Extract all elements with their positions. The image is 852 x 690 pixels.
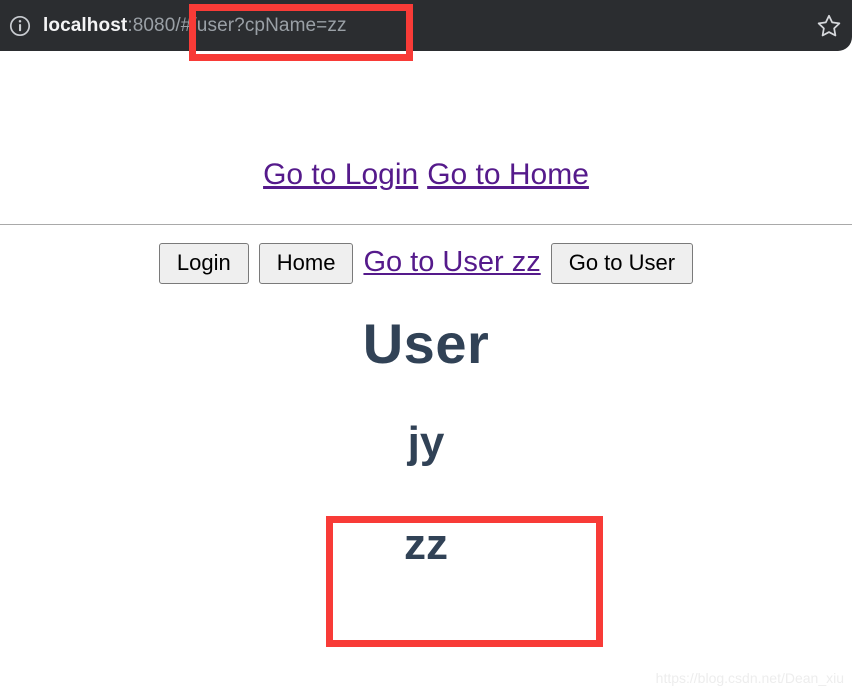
section-divider	[0, 224, 852, 225]
bookmark-star-icon[interactable]	[816, 13, 842, 39]
action-button-row: Login Home Go to User zz Go to User	[0, 243, 852, 284]
value-primary: jy	[407, 418, 445, 467]
url-hash-query: #/user?cpName=zz	[180, 15, 347, 36]
login-button[interactable]: Login	[158, 243, 249, 284]
browser-address-bar[interactable]: localhost:8080/#/user?cpName=zz	[0, 0, 852, 51]
value-secondary: zz	[404, 520, 448, 569]
page-body: Go to Login Go to Home Login Home Go to …	[0, 51, 852, 690]
page-title: User	[362, 312, 490, 375]
url-port-path: :8080/	[127, 15, 181, 36]
go-to-user-button[interactable]: Go to User	[550, 243, 694, 284]
watermark: https://blog.csdn.net/Dean_xiu	[655, 670, 844, 686]
nav-link-home[interactable]: Go to Home	[427, 158, 589, 191]
info-circle-icon[interactable]	[9, 15, 31, 37]
url-host: localhost	[43, 15, 128, 36]
top-nav: Go to Login Go to Home	[0, 51, 852, 190]
url-text[interactable]: localhost:8080/#/user?cpName=zz	[43, 0, 806, 51]
bookmark-button[interactable]	[806, 0, 852, 51]
home-button[interactable]: Home	[258, 243, 354, 284]
nav-link-login[interactable]: Go to Login	[263, 158, 418, 191]
go-to-user-zz-link[interactable]: Go to User zz	[363, 248, 540, 279]
